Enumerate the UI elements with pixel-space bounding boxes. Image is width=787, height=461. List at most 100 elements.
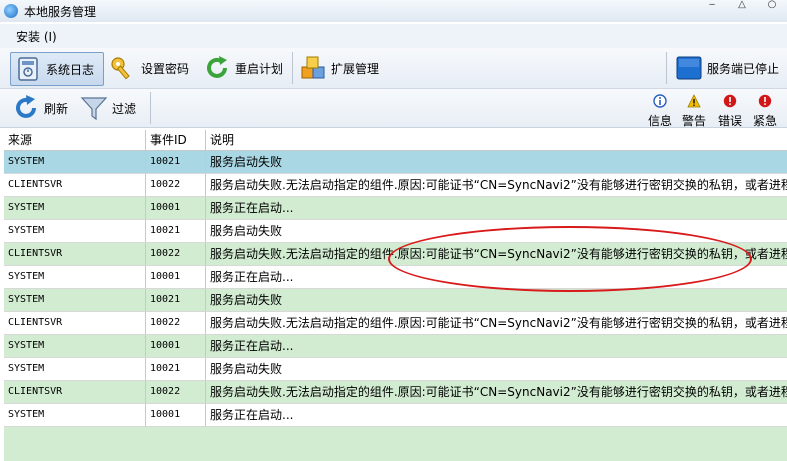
cell-source: SYSTEM — [4, 404, 146, 426]
cell-source: CLIENTSVR — [4, 243, 146, 265]
info-icon — [653, 94, 667, 108]
app-icon — [4, 4, 18, 18]
table-row[interactable]: SYSTEM 10021 服务启动失败 — [4, 289, 787, 312]
menu-bar: 安装 (I) — [0, 24, 787, 48]
table-row[interactable]: SYSTEM 10001 服务正在启动... — [4, 197, 787, 220]
cell-event-id: 10021 — [146, 220, 206, 242]
cell-event-id: 10001 — [146, 197, 206, 219]
cell-description: 服务启动失败 — [210, 155, 283, 169]
refresh-button[interactable]: 刷新 — [12, 92, 76, 124]
table-row[interactable]: SYSTEM 10021 服务启动失败 — [4, 151, 787, 174]
cell-event-id: 10022 — [146, 381, 206, 403]
toolbar-separator — [292, 52, 293, 84]
system-log-label: 系统日志 — [46, 62, 95, 77]
cell-description: 服务启动失败.无法启动指定的组件.原因:可能证书“CN=SyncNavi2”没有… — [210, 247, 787, 261]
filter-button[interactable]: 过滤 — [80, 92, 146, 124]
table-row[interactable]: SYSTEM 10021 服务启动失败 — [4, 358, 787, 381]
column-event-id[interactable]: 事件ID — [146, 130, 206, 150]
refresh-label: 刷新 — [44, 101, 69, 116]
cell-description: 服务正在启动... — [210, 201, 294, 215]
table-row[interactable]: CLIENTSVR 10022 服务启动失败.无法启动指定的组件.原因:可能证书“C… — [4, 243, 787, 266]
set-password-label: 设置密码 — [141, 61, 190, 76]
extension-mgmt-label: 扩展管理 — [331, 61, 380, 76]
cell-source: SYSTEM — [4, 151, 146, 173]
extension-mgmt-button[interactable]: 扩展管理 — [296, 52, 386, 84]
cell-source: SYSTEM — [4, 358, 146, 380]
event-log-table: 来源 事件ID 说明 SYSTEM 10021 服务启动失败 CLIENTSVR 100… — [4, 130, 787, 461]
cell-description: 服务启动失败.无法启动指定的组件.原因:可能证书“CN=SyncNavi2”没有… — [210, 385, 787, 399]
cell-description: 服务正在启动... — [210, 408, 294, 422]
cell-event-id: 10001 — [146, 404, 206, 426]
secondary-toolbar: 刷新 过滤 信息 警告 错误 紧急 — [0, 89, 787, 128]
title-bar: 本地服务管理 ‒ △ ○ — [0, 0, 787, 22]
cell-description: 服务启动失败.无法启动指定的组件.原因:可能证书“CN=SyncNavi2”没有… — [210, 316, 787, 330]
cell-event-id: 10021 — [146, 358, 206, 380]
level-info[interactable]: 信息 — [644, 94, 676, 129]
service-status-button[interactable]: 服务端已停止 — [672, 52, 784, 84]
cell-description: 服务正在启动... — [210, 270, 294, 284]
cell-source: SYSTEM — [4, 197, 146, 219]
minimize-button[interactable]: ‒ — [697, 0, 727, 12]
table-body: SYSTEM 10021 服务启动失败 CLIENTSVR 10022 服务启动失败.无法… — [4, 151, 787, 427]
cell-event-id: 10022 — [146, 243, 206, 265]
cell-source: SYSTEM — [4, 335, 146, 357]
cell-source: CLIENTSVR — [4, 381, 146, 403]
warning-icon — [687, 94, 701, 108]
refresh-icon — [16, 95, 36, 118]
cell-event-id: 10021 — [146, 289, 206, 311]
critical-icon — [758, 94, 772, 108]
set-password-button[interactable]: 设置密码 — [106, 52, 196, 84]
level-warning-label: 警告 — [681, 114, 706, 128]
column-description[interactable]: 说明 — [206, 130, 787, 150]
cell-event-id: 10001 — [146, 335, 206, 357]
restart-plan-button[interactable]: 重启计划 — [200, 52, 288, 84]
level-info-label: 信息 — [647, 114, 672, 128]
cell-event-id: 10022 — [146, 312, 206, 334]
table-row[interactable]: CLIENTSVR 10022 服务启动失败.无法启动指定的组件.原因:可能证书“C… — [4, 174, 787, 197]
window-controls: ‒ △ ○ — [697, 0, 787, 12]
maximize-button[interactable]: △ — [727, 0, 757, 12]
filter-funnel-icon — [80, 97, 108, 121]
cell-source: SYSTEM — [4, 266, 146, 288]
extension-blocks-icon — [301, 56, 325, 79]
table-row[interactable]: CLIENTSVR 10022 服务启动失败.无法启动指定的组件.原因:可能证书“C… — [4, 312, 787, 335]
service-stopped-icon — [676, 56, 702, 80]
cell-event-id: 10022 — [146, 174, 206, 196]
table-row[interactable]: CLIENTSVR 10022 服务启动失败.无法启动指定的组件.原因:可能证书“C… — [4, 381, 787, 404]
column-source[interactable]: 来源 — [4, 130, 146, 150]
level-critical-label: 紧急 — [752, 114, 777, 128]
toolbar-separator — [666, 52, 667, 84]
error-icon — [723, 94, 737, 108]
cell-source: SYSTEM — [4, 289, 146, 311]
cell-description: 服务启动失败.无法启动指定的组件.原因:可能证书“CN=SyncNavi2”没有… — [210, 178, 787, 192]
close-button[interactable]: ○ — [757, 0, 787, 12]
level-critical[interactable]: 紧急 — [749, 94, 781, 129]
level-warning[interactable]: 警告 — [678, 94, 710, 129]
cell-event-id: 10021 — [146, 151, 206, 173]
cell-description: 服务正在启动... — [210, 339, 294, 353]
cell-event-id: 10001 — [146, 266, 206, 288]
cell-source: CLIENTSVR — [4, 174, 146, 196]
table-row[interactable]: SYSTEM 10001 服务正在启动... — [4, 404, 787, 427]
restart-plan-label: 重启计划 — [235, 61, 284, 76]
cell-description: 服务启动失败 — [210, 224, 283, 238]
level-error[interactable]: 错误 — [714, 94, 746, 129]
table-row[interactable]: SYSTEM 10001 服务正在启动... — [4, 335, 787, 358]
window-title: 本地服务管理 — [24, 4, 97, 19]
cell-source: CLIENTSVR — [4, 312, 146, 334]
cell-source: SYSTEM — [4, 220, 146, 242]
level-error-label: 错误 — [717, 114, 742, 128]
key-icon — [111, 57, 130, 80]
filter-label: 过滤 — [112, 101, 137, 116]
cell-description: 服务启动失败 — [210, 362, 283, 376]
restart-icon — [207, 56, 227, 78]
main-toolbar: 系统日志 设置密码 重启计划 扩展管理 服务端已停止 — [0, 48, 787, 89]
menu-install[interactable]: 安装 (I) — [16, 28, 57, 45]
system-log-button[interactable]: 系统日志 — [10, 52, 104, 86]
table-row[interactable]: SYSTEM 10001 服务正在启动... — [4, 266, 787, 289]
log-book-icon — [18, 57, 38, 81]
table-row[interactable]: SYSTEM 10021 服务启动失败 — [4, 220, 787, 243]
cell-description: 服务启动失败 — [210, 293, 283, 307]
service-status-label: 服务端已停止 — [707, 61, 780, 76]
toolbar-separator — [150, 92, 151, 124]
